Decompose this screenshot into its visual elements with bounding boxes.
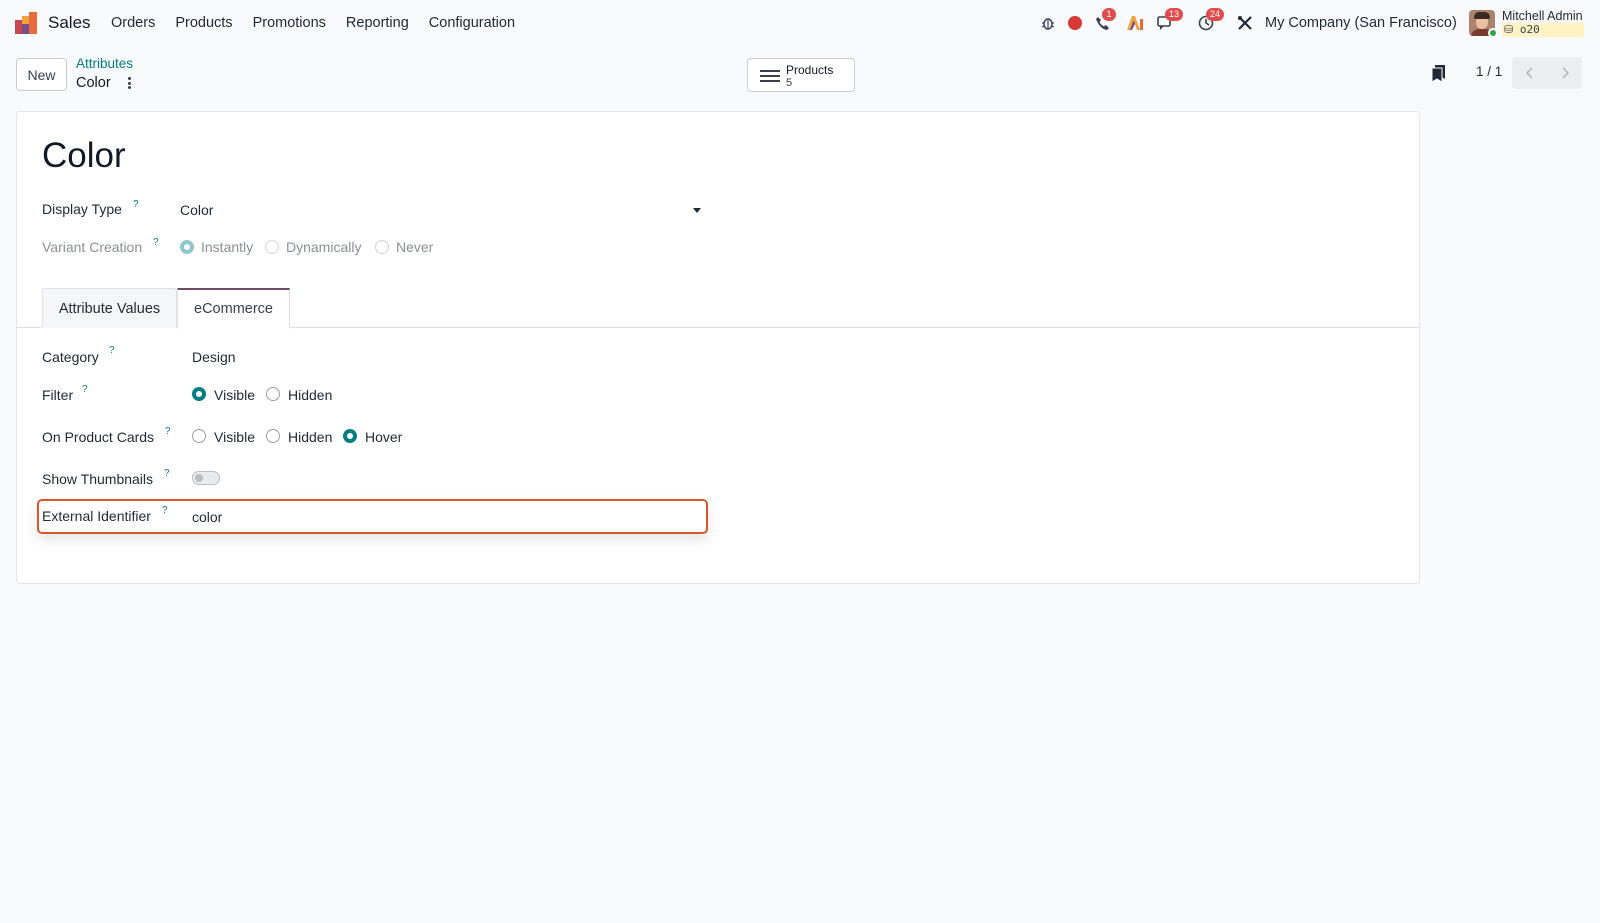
record-icon[interactable] [1066, 14, 1084, 32]
breadcrumb-current: Color [76, 75, 111, 91]
product-cards-help-icon[interactable]: ? [165, 426, 171, 437]
variant-never-label: Never [396, 239, 434, 255]
cards-visible-label: Visible [214, 429, 255, 445]
cards-hover-label: Hover [365, 429, 403, 445]
smart-button-count: 5 [786, 77, 793, 89]
menu-orders[interactable]: Orders [111, 15, 155, 31]
filter-hidden-radio[interactable] [266, 387, 280, 401]
chat-icon[interactable]: 13 [1156, 8, 1184, 32]
variant-never-radio[interactable] [375, 240, 389, 254]
filter-visible-label: Visible [214, 387, 255, 403]
user-name[interactable]: Mitchell Admin [1502, 9, 1583, 23]
menu-reporting[interactable]: Reporting [346, 15, 409, 31]
variant-dynamically-label: Dynamically [286, 239, 362, 255]
product-cards-label: On Product Cards [42, 429, 155, 445]
calls-badge: 1 [1102, 8, 1116, 21]
database-name: ⛁ o20 [1502, 23, 1584, 37]
filter-help-icon[interactable]: ? [82, 384, 88, 395]
variant-creation-help-icon[interactable]: ? [153, 237, 159, 248]
app-name[interactable]: Sales [48, 13, 91, 33]
menu-products[interactable]: Products [175, 15, 232, 31]
toggle-knob [195, 474, 203, 482]
messages-badge: 13 [1165, 8, 1184, 21]
variant-dynamically-radio[interactable] [265, 240, 279, 254]
company-switcher[interactable]: My Company (San Francisco) [1265, 15, 1457, 31]
display-type-help-icon[interactable]: ? [133, 199, 139, 210]
products-smart-button[interactable]: Products 5 [747, 58, 855, 92]
pager-previous-button[interactable] [1512, 57, 1547, 89]
bookmark-icon[interactable] [1432, 65, 1446, 82]
breadcrumb-attributes[interactable]: Attributes [76, 56, 133, 71]
variant-instantly-label: Instantly [201, 239, 254, 255]
top-navbar: Sales Orders Products Promotions Reporti… [0, 0, 1600, 46]
tools-icon[interactable] [1236, 14, 1254, 32]
ai-icon[interactable] [1126, 14, 1144, 32]
smart-button-label: Products [786, 63, 834, 77]
list-icon [760, 70, 780, 82]
external-identifier-field[interactable]: color [192, 509, 222, 525]
clock-icon[interactable]: 24 [1197, 8, 1225, 32]
cards-hidden-label: Hidden [288, 429, 333, 445]
show-thumbnails-help-icon[interactable]: ? [164, 468, 170, 479]
menu-configuration[interactable]: Configuration [429, 15, 515, 31]
tab-ecommerce[interactable]: eCommerce [177, 288, 290, 329]
new-button[interactable]: New [16, 58, 67, 91]
variant-instantly-radio[interactable] [180, 240, 194, 254]
activities-badge: 24 [1206, 8, 1225, 21]
tab-attribute-values[interactable]: Attribute Values [42, 288, 177, 328]
chevron-left-icon [1525, 67, 1533, 79]
display-type-label: Display Type [42, 201, 122, 217]
caret-down-icon[interactable] [693, 208, 701, 213]
cards-visible-radio[interactable] [192, 429, 206, 443]
cards-hover-radio[interactable] [343, 429, 357, 443]
online-status-icon [1488, 28, 1498, 38]
pager-next-button[interactable] [1547, 57, 1582, 89]
filter-visible-radio[interactable] [192, 387, 206, 401]
external-identifier-label: External Identifier [42, 508, 151, 524]
category-help-icon[interactable]: ? [109, 345, 115, 356]
sales-app-icon[interactable] [15, 12, 39, 34]
pager-value[interactable]: 1 / 1 [1476, 64, 1502, 79]
filter-hidden-label: Hidden [288, 387, 333, 403]
cards-hidden-radio[interactable] [266, 429, 280, 443]
display-type-select[interactable]: Color [180, 202, 213, 218]
show-thumbnails-toggle[interactable] [192, 471, 220, 485]
main-menu: Orders Products Promotions Reporting Con… [111, 15, 535, 31]
filter-label: Filter [42, 387, 74, 403]
bug-icon[interactable] [1039, 14, 1057, 32]
variant-creation-label: Variant Creation [42, 239, 143, 255]
chevron-right-icon [1561, 67, 1569, 79]
external-identifier-help-icon[interactable]: ? [162, 505, 168, 516]
category-label: Category [42, 349, 99, 365]
menu-promotions[interactable]: Promotions [253, 15, 326, 31]
actions-menu-icon[interactable] [124, 75, 134, 91]
show-thumbnails-label: Show Thumbnails [42, 471, 154, 487]
phone-icon[interactable]: 1 [1093, 8, 1116, 32]
record-name[interactable]: Color [42, 136, 126, 176]
category-field[interactable]: Design [192, 349, 236, 365]
